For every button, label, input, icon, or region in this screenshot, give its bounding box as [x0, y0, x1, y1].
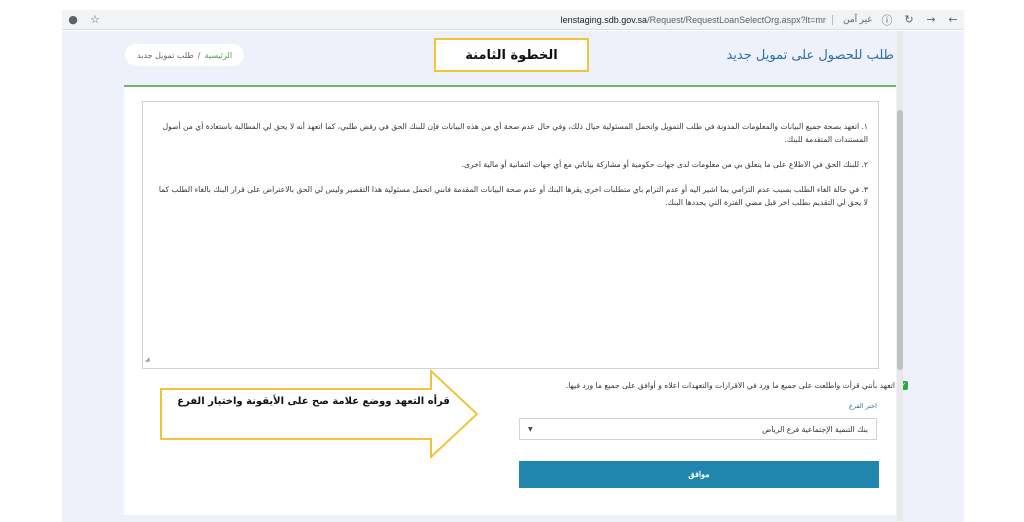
- page-title: طلب للحصول على تمويل جديد: [726, 48, 894, 63]
- branch-select[interactable]: بنك التنمية الإجتماعية فرع الرياض ▼: [519, 418, 877, 440]
- page-content: طلب للحصول على تمويل جديد الرئيسية / طلب…: [62, 31, 964, 522]
- terms-textarea[interactable]: ١. اتعهد بصحة جميع البيانات والمعلومات ا…: [142, 101, 879, 369]
- step-annotation: الخطوة الثامنة: [434, 38, 589, 72]
- breadcrumb-separator: /: [197, 50, 201, 60]
- chevron-down-icon: ▼: [528, 425, 533, 433]
- arrow-shape: [160, 369, 479, 459]
- terms-paragraph-2: ٢. للبنك الحق في الاطلاع على ما يتعلق بي…: [461, 160, 868, 169]
- arrow-annotation-text: قرأه التعهد ووضع علامة صح على الأيقونة و…: [177, 396, 450, 407]
- scrollbar-thumb[interactable]: [897, 110, 903, 370]
- forward-icon[interactable]: →: [924, 13, 938, 27]
- branch-selected-value: بنك التنمية الإجتماعية فرع الرياض: [762, 424, 868, 434]
- agree-label: اتعهد بأنني قرأت واطلعت على جميع ما ورد …: [565, 381, 895, 390]
- breadcrumb: الرئيسية / طلب تمويل جديد: [125, 44, 245, 66]
- resize-handle-icon[interactable]: ◢: [145, 353, 150, 366]
- terms-paragraph-3: ٣. في حالة الغاء الطلب بسبب عدم التزامي …: [158, 185, 868, 207]
- reload-icon[interactable]: ↻: [902, 13, 916, 27]
- bookmark-star-icon[interactable]: ☆: [88, 13, 102, 27]
- security-label[interactable]: غير آمن: [843, 14, 872, 25]
- browser-toolbar: ● ☆ lenstaging.sdb.gov.sa/Request/Reques…: [62, 10, 964, 30]
- terms-paragraph-1: ١. اتعهد بصحة جميع البيانات والمعلومات ا…: [162, 122, 868, 144]
- branch-label: اختر الفرع: [849, 402, 877, 410]
- breadcrumb-current: طلب تمويل جديد: [137, 50, 194, 60]
- back-icon[interactable]: ←: [946, 13, 960, 27]
- breadcrumb-home[interactable]: الرئيسية: [205, 51, 233, 60]
- arrow-annotation: [160, 369, 479, 459]
- url-separator: [831, 14, 833, 25]
- info-icon[interactable]: ⓘ: [880, 13, 894, 27]
- agree-row[interactable]: ✓ اتعهد بأنني قرأت واطلعت على جميع ما ور…: [566, 381, 908, 390]
- submit-button[interactable]: موافق: [519, 461, 879, 488]
- profile-icon[interactable]: ●: [66, 13, 80, 27]
- address-bar[interactable]: lenstaging.sdb.gov.sa/Request/RequestLoa…: [106, 13, 898, 27]
- url-text[interactable]: lenstaging.sdb.gov.sa/Request/RequestLoa…: [561, 15, 826, 25]
